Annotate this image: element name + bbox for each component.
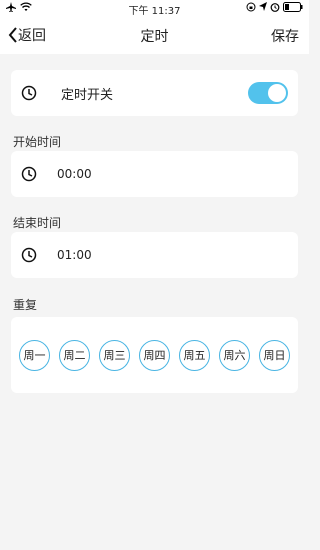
alarm-icon bbox=[270, 3, 280, 12]
day-tuesday[interactable]: 周二 bbox=[59, 339, 90, 371]
battery-icon bbox=[283, 2, 303, 12]
nav-bar: 返回 定时 保存 bbox=[0, 16, 309, 54]
location-icon bbox=[259, 2, 267, 11]
day-saturday[interactable]: 周六 bbox=[219, 339, 250, 371]
clock-icon bbox=[21, 166, 37, 182]
save-button[interactable]: 保存 bbox=[271, 26, 299, 46]
day-friday[interactable]: 周五 bbox=[179, 339, 210, 371]
switch-label: 定时开关 bbox=[61, 87, 114, 103]
status-bar: 下午 11:37 bbox=[0, 0, 309, 17]
switch-card: 定时开关 bbox=[11, 70, 298, 116]
page-title: 定时 bbox=[140, 29, 169, 45]
repeat-card: 周一 周二 周三 周四 周五 周六 周日 bbox=[11, 317, 298, 393]
timer-toggle[interactable] bbox=[248, 82, 288, 104]
start-section-title: 开始时间 bbox=[13, 135, 62, 149]
repeat-section-title: 重复 bbox=[13, 298, 38, 312]
day-wednesday[interactable]: 周三 bbox=[99, 339, 130, 371]
day-monday[interactable]: 周一 bbox=[19, 339, 50, 371]
day-sunday[interactable]: 周日 bbox=[259, 339, 290, 371]
day-thursday[interactable]: 周四 bbox=[139, 339, 170, 371]
end-section-title: 结束时间 bbox=[13, 216, 62, 230]
toggle-knob bbox=[268, 84, 286, 102]
end-time-card[interactable]: 01:00 bbox=[11, 232, 298, 278]
lock-rotation-icon bbox=[246, 2, 256, 12]
start-time-card[interactable]: 00:00 bbox=[11, 151, 298, 197]
status-right bbox=[246, 2, 303, 12]
end-time-value: 01:00 bbox=[57, 248, 92, 262]
clock-icon bbox=[21, 247, 37, 263]
clock-icon bbox=[21, 85, 37, 101]
start-time-value: 00:00 bbox=[57, 167, 92, 181]
